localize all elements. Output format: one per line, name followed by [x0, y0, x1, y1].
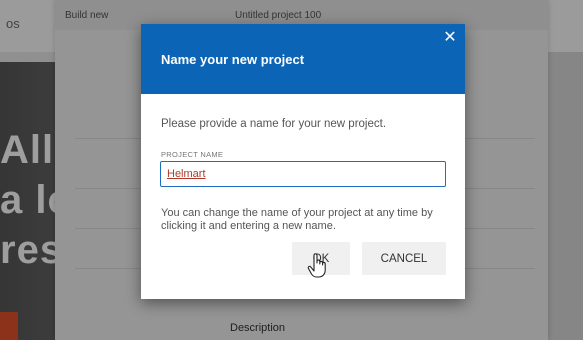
- hand-pointer-cursor-icon: [307, 253, 326, 278]
- cancel-button[interactable]: CANCEL: [362, 242, 446, 275]
- dialog-title: Name your new project: [161, 52, 305, 67]
- dialog-prompt: Please provide a name for your new proje…: [161, 118, 387, 130]
- project-name-input[interactable]: [160, 161, 446, 187]
- project-name-label: PROJECT NAME: [161, 150, 224, 159]
- dialog-header: Name your new project ✕: [141, 24, 465, 94]
- close-icon[interactable]: ✕: [442, 30, 458, 46]
- name-project-dialog: Name your new project ✕ Please provide a…: [141, 24, 465, 299]
- dialog-note: You can change the name of your project …: [161, 207, 433, 232]
